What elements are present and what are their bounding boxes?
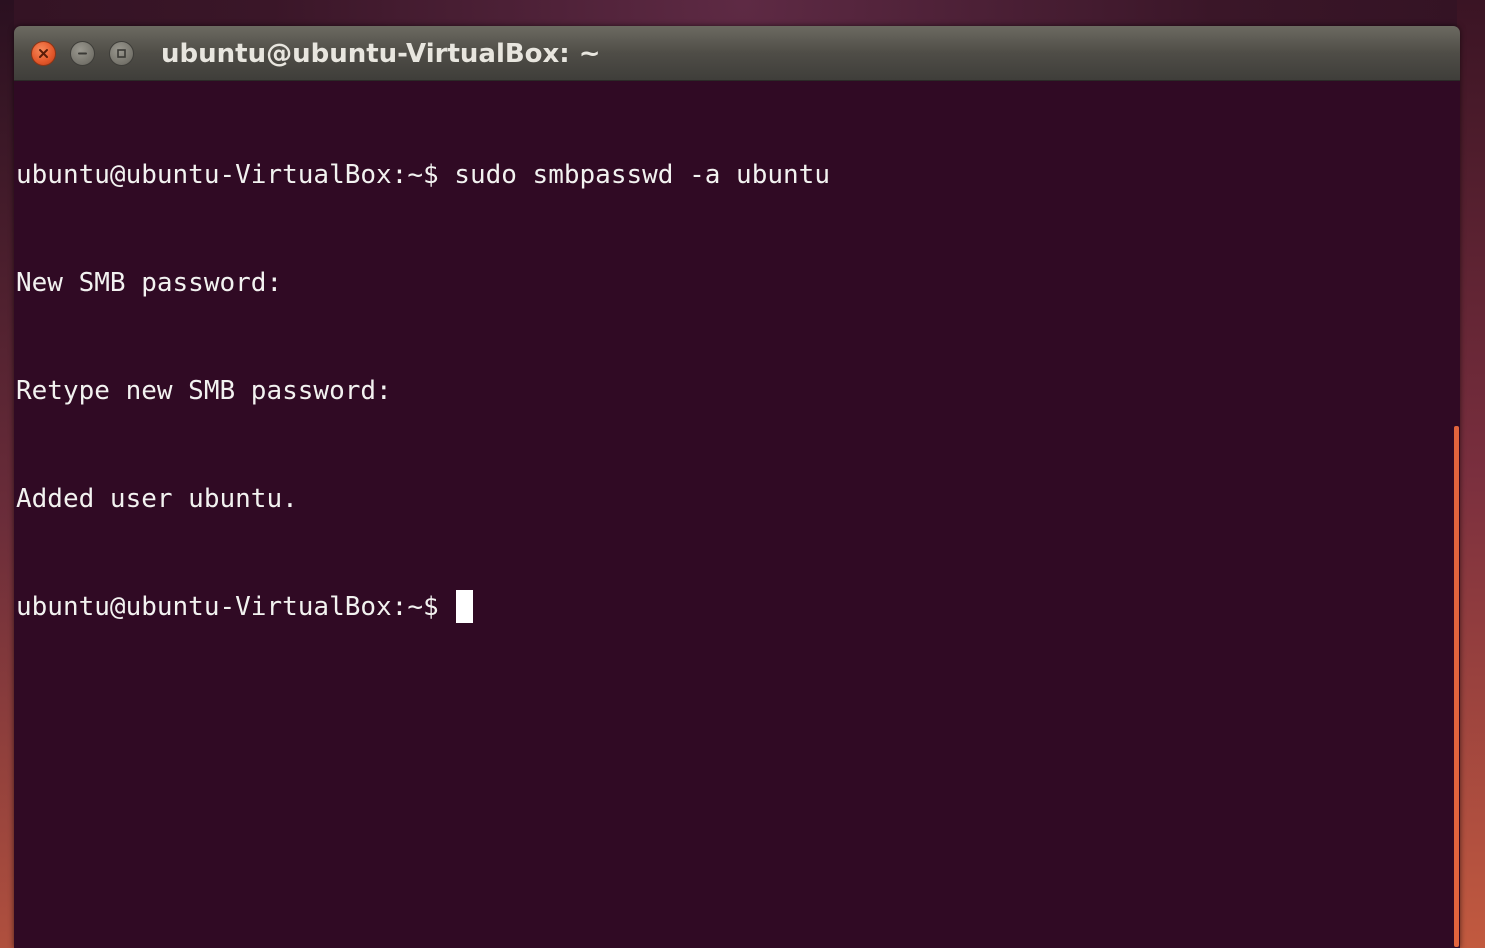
text-cursor <box>456 590 474 623</box>
terminal-line-command: ubuntu@ubuntu-VirtualBox:~$ sudo smbpass… <box>16 160 830 190</box>
terminal-output: ubuntu@ubuntu-VirtualBox:~$ sudo smbpass… <box>16 85 830 697</box>
terminal-prompt: ubuntu@ubuntu-VirtualBox:~$ <box>16 592 455 622</box>
desktop-background-right <box>1457 0 1485 948</box>
desktop-background-left <box>0 0 14 948</box>
maximize-icon <box>116 48 127 59</box>
terminal-prompt-line[interactable]: ubuntu@ubuntu-VirtualBox:~$ <box>16 589 830 625</box>
minimize-button[interactable] <box>70 41 95 66</box>
terminal-line-new-password: New SMB password: <box>16 268 283 298</box>
terminal-area[interactable]: ubuntu@ubuntu-VirtualBox:~$ sudo smbpass… <box>14 81 1460 947</box>
terminal-window: ubuntu@ubuntu-VirtualBox: ~ ubuntu@ubunt… <box>14 26 1460 948</box>
terminal-line-added-user: Added user ubuntu. <box>16 484 298 514</box>
terminal-line-retype-password: Retype new SMB password: <box>16 376 392 406</box>
scrollbar[interactable] <box>1454 426 1459 947</box>
window-titlebar[interactable]: ubuntu@ubuntu-VirtualBox: ~ <box>14 26 1460 81</box>
maximize-button[interactable] <box>109 41 134 66</box>
minimize-icon <box>77 48 88 59</box>
window-title: ubuntu@ubuntu-VirtualBox: ~ <box>161 39 601 69</box>
close-button[interactable] <box>31 41 56 66</box>
close-icon <box>38 48 49 59</box>
